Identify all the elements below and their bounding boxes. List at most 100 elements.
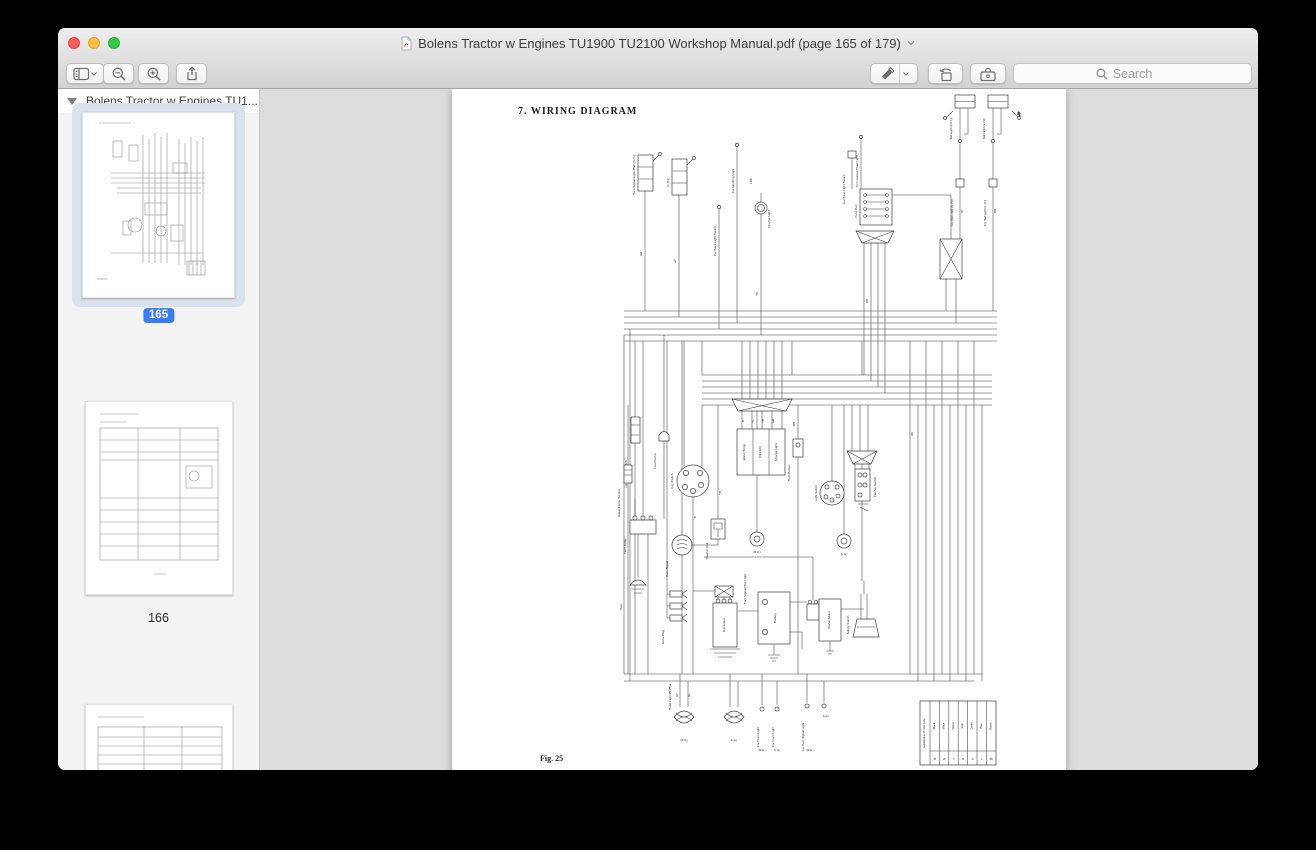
sidebar-view-button[interactable] <box>66 63 104 84</box>
component-turn-signal-lights: Turn Signal Light 25W (R.H.) (L.H.) <box>632 153 696 196</box>
wire-code: GW <box>639 251 643 256</box>
share-button[interactable] <box>176 63 207 84</box>
component-head-lights: Head Light 25/25W (R.H.) (L.H.) For Fron… <box>668 684 829 752</box>
generator-label: Generator <box>722 618 726 632</box>
window-title: Bolens Tractor w Engines TU1900 TU2100 W… <box>418 36 901 51</box>
zoom-out-button[interactable] <box>103 63 134 84</box>
component-top-connectors: For Working Light For Back Light Switch … <box>713 135 863 256</box>
legend-color-letter: G <box>972 757 974 761</box>
thumbnail-page-166[interactable] <box>85 401 233 595</box>
wire-code: YR <box>718 491 722 495</box>
turn-signal-rh-label: Turn Signal Light 25W (R.H.) <box>632 155 636 195</box>
pdf-scroll-area: 7. WIRING DIAGRAM Fig. 25 <box>260 89 1258 770</box>
pilot-lh-label: (L.H.) <box>841 552 848 556</box>
thumbnail-page-165[interactable] <box>82 112 235 298</box>
pdf-page-165: 7. WIRING DIAGRAM Fig. 25 <box>452 89 1066 770</box>
pilot-rh-label: (R.H.) <box>754 550 761 554</box>
zoom-in-button[interactable] <box>138 63 169 84</box>
component-tail-lights: Tail Light (R.H.) Tail Light (L.H.) For … <box>944 95 1021 226</box>
head-light-rh-label: (R.H.) <box>681 738 688 742</box>
thumbnail-table-sketch <box>86 402 232 594</box>
working-light-label: For Working Light <box>731 169 735 193</box>
markup-button[interactable] <box>870 63 918 84</box>
oil-light-label: Oil Light <box>758 446 762 457</box>
page-number-badge: 165 <box>143 308 174 323</box>
wire-code: B <box>741 420 745 422</box>
color-code-legend: Explanation of color code Black White Ye… <box>920 701 996 765</box>
for-front-light-lh-label: For Front Light <box>771 727 775 747</box>
wire-code: RW <box>993 208 997 213</box>
wire-code: 1300 <box>749 178 753 184</box>
water-temp-label: Water Temp <box>742 443 746 460</box>
segment-divider <box>899 64 900 83</box>
head-light-label: Head Light 25/25W <box>668 684 672 711</box>
wire-code: RL <box>687 693 691 697</box>
tail-light-rh-label: Tail Light (R.H.) <box>949 118 953 139</box>
share-icon <box>183 65 200 82</box>
wire-code: RY <box>960 209 964 213</box>
legend-color-name: Yellow <box>951 722 955 730</box>
charge-light-top-label: Charge Light <box>767 210 771 228</box>
legend-color-letter: Y <box>953 757 955 761</box>
legend-color-name: Blue <box>979 723 983 729</box>
rotate-button[interactable] <box>928 63 963 84</box>
thumbnail-wiring-sketch <box>83 113 234 297</box>
back-light-switch-label: For Back Light Switch <box>713 226 717 256</box>
component-fuse-box: Fuse Box <box>854 189 962 279</box>
stop-light-switch-label: For Stop Light Switch <box>842 174 846 204</box>
legend-color-letter: R <box>962 757 964 761</box>
thumbnail-page-next[interactable] <box>85 704 233 770</box>
flasher-unit-label: Flasher Unit <box>705 543 709 560</box>
legend-color-letter: Br <box>990 757 993 761</box>
wire-code: WB <box>792 422 796 426</box>
horn-relay-label: Horn Relay <box>623 538 627 554</box>
for-tail-light-lh-label: For Tail Light (L.H.) <box>983 200 987 226</box>
tail-light-lh-label: Tail Light (L.H.) <box>982 119 986 140</box>
key-switch-label: Key Switch <box>670 473 674 489</box>
search-field[interactable] <box>1013 63 1252 84</box>
chevron-down-icon[interactable] <box>902 71 910 77</box>
legend-title: Explanation of color code <box>922 718 926 748</box>
for-turn-signal-light-label: For Turn Signal Light <box>801 723 805 752</box>
legend-color-letter: B <box>934 757 936 761</box>
component-horn-flasher-group: Horn Relay Horn Signal Flasher Unit Turn… <box>623 516 851 604</box>
legend-color-name: Red <box>960 723 964 728</box>
magnifier-plus-icon <box>146 66 162 82</box>
rotate-left-icon <box>937 66 955 82</box>
component-light-switches: Light Switch Flasher Switch <box>814 451 877 511</box>
front-light-rh-tag: (R.H.) <box>759 748 766 752</box>
page-number-label: 166 <box>58 611 259 625</box>
wire-code: B <box>693 516 697 518</box>
title-proxy-chevron-icon[interactable] <box>906 39 916 47</box>
turn-conn-lh-tag: (L.H.) <box>823 714 830 718</box>
search-input[interactable] <box>1014 66 1251 82</box>
fuel-pump-label: Fuel Pump <box>653 453 657 468</box>
component-instrument-cluster: Water Temp Oil Light Charge Light <box>732 399 792 475</box>
starter-motor-label: Starter Motor <box>827 611 831 629</box>
legend-color-name: White <box>941 722 945 729</box>
flasher-switch-label: Flasher Switch <box>873 477 877 498</box>
markup-toolbar-button[interactable] <box>970 63 1006 84</box>
turn-signal-pilot-label: Turn Signal Pilot Light <box>743 574 747 604</box>
titlebar: Bolens Tractor w Engines TU1900 TU2100 W… <box>58 28 1258 58</box>
head-light-lh-label: (L.H.) <box>731 738 738 742</box>
wire-code: YB <box>755 292 759 296</box>
thumbnail-sidebar: Bolens Tractor w Engines TU1... <box>58 89 260 770</box>
turn-conn-rh-tag: (R.H.) <box>807 748 814 752</box>
wire-code: LW <box>910 432 914 436</box>
chevron-down-icon <box>90 71 98 77</box>
wire-code: GY <box>673 259 677 263</box>
pdf-document-icon <box>400 36 413 51</box>
wire-code: RB <box>865 299 869 303</box>
horn-signal-label: Horn Signal <box>665 561 669 577</box>
toolbox-icon <box>979 66 997 82</box>
legend-color-name: Brown <box>988 722 992 730</box>
preview-window: Bolens Tractor w Engines TU1900 TU2100 W… <box>58 28 1258 770</box>
wire-code: YL <box>751 419 755 423</box>
license-plate-light-label: For License Plate Light <box>855 155 859 187</box>
thumbnail-table-sketch <box>86 705 232 770</box>
window-chrome: Bolens Tractor w Engines TU1900 TU2100 W… <box>58 28 1258 89</box>
safety-switch-label: Safety Switch <box>846 615 850 634</box>
glow-plug-label: Glow Plug <box>661 630 665 644</box>
search-icon <box>1096 68 1108 80</box>
